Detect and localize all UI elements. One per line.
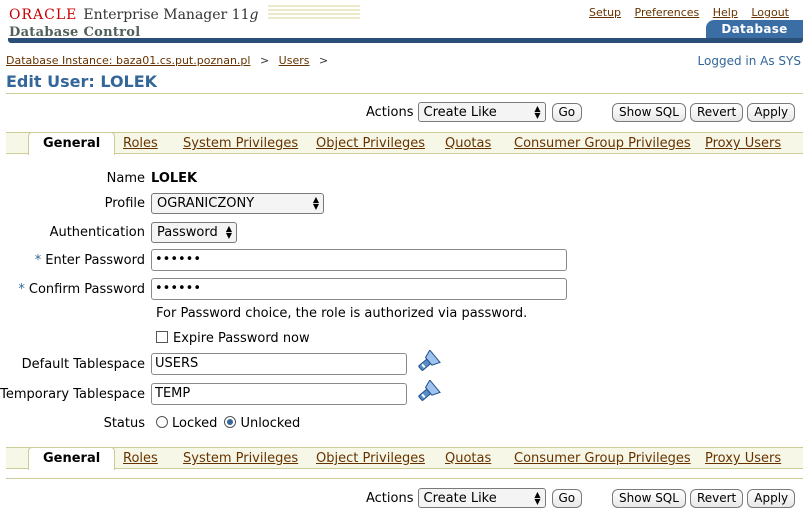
updown-arrows-icon: ▲ ▼: [534, 104, 541, 120]
actions-select-value: Create Like: [423, 104, 497, 120]
locked-label: Locked: [172, 415, 218, 431]
tab-database[interactable]: Database: [706, 20, 803, 39]
expire-password-checkbox[interactable]: [156, 331, 168, 343]
authentication-row: Authentication Password ▲ ▼: [0, 221, 810, 243]
required-marker: *: [34, 252, 42, 268]
unlocked-label: Unlocked: [240, 415, 301, 431]
tab-bar-line: [8, 38, 803, 43]
show-sql-button[interactable]: Show SQL: [612, 103, 686, 122]
tab-quotas[interactable]: Quotas: [445, 451, 491, 466]
default-tablespace-field[interactable]: USERS: [151, 353, 407, 375]
bottom-divider: [6, 478, 803, 479]
go-button[interactable]: Go: [551, 102, 583, 122]
unlocked-option: Unlocked: [224, 415, 301, 431]
tab-general[interactable]: General: [28, 132, 116, 155]
tab-system-privileges[interactable]: System Privileges: [183, 136, 298, 151]
apply-button[interactable]: Apply: [747, 489, 796, 508]
actions-bar-bottom: Actions Create Like ▲ ▼ Go: [366, 488, 583, 508]
tab-consumer-group-privileges[interactable]: Consumer Group Privileges: [514, 136, 691, 151]
product-name: Enterprise Manager 11g: [83, 7, 259, 23]
logout-link[interactable]: Logout: [751, 6, 789, 19]
locked-radio[interactable]: [156, 415, 168, 428]
tab-proxy-users[interactable]: Proxy Users: [705, 136, 781, 151]
confirm-password-row: * Confirm Password ••••••: [0, 278, 810, 300]
enter-password-row: * Enter Password ••••••: [0, 249, 810, 271]
show-sql-button[interactable]: Show SQL: [612, 489, 686, 508]
profile-select[interactable]: OGRANICZONY ▲ ▼: [151, 192, 324, 214]
breadcrumb-separator: >: [318, 54, 329, 67]
actions-select[interactable]: Create Like ▲ ▼: [417, 488, 546, 508]
actions-bar-top: Actions Create Like ▲ ▼ Go: [366, 102, 583, 122]
tab-proxy-users[interactable]: Proxy Users: [705, 451, 781, 466]
apply-button[interactable]: Apply: [747, 103, 796, 122]
password-hint: For Password choice, the role is authori…: [156, 306, 528, 321]
updown-arrows-icon: ▲ ▼: [225, 224, 232, 240]
go-button[interactable]: Go: [551, 488, 583, 508]
expire-password-row: Expire Password now: [156, 331, 310, 346]
help-link[interactable]: Help: [713, 6, 738, 19]
profile-select-value: OGRANICZONY: [157, 195, 255, 211]
confirm-password-field[interactable]: ••••••: [151, 278, 567, 300]
breadcrumb-separator: >: [259, 54, 270, 67]
profile-label: Profile: [104, 195, 145, 211]
page-title: Edit User: LOLEK: [6, 72, 158, 91]
required-marker: *: [18, 281, 25, 297]
tab-quotas[interactable]: Quotas: [445, 136, 491, 151]
name-label: Name: [106, 170, 145, 186]
flashlight-icon[interactable]: [415, 379, 441, 408]
button-group-top: Show SQL Revert Apply: [612, 103, 796, 122]
revert-button[interactable]: Revert: [689, 489, 744, 508]
tab-roles[interactable]: Roles: [123, 136, 158, 151]
status-label: Status: [103, 415, 145, 431]
enter-password-field[interactable]: ••••••: [151, 249, 567, 271]
subtabs-top: General Roles System Privileges Object P…: [6, 132, 803, 155]
locked-option: Locked: [156, 415, 218, 431]
temporary-tablespace-row: Temporary Tablespace TEMP: [0, 379, 810, 408]
confirm-password-label: * Confirm Password: [18, 281, 145, 297]
authentication-select-value: Password: [157, 224, 218, 240]
expire-password-label: Expire Password now: [173, 331, 310, 346]
actions-label: Actions: [366, 104, 414, 120]
tab-general[interactable]: General: [28, 447, 116, 470]
status-row: Status Locked Unlocked: [0, 413, 810, 433]
actions-select-value: Create Like: [423, 490, 497, 506]
breadcrumb-instance[interactable]: Database Instance: baza01.cs.put.poznan.…: [6, 54, 250, 67]
title-divider: [6, 93, 803, 94]
setup-link[interactable]: Setup: [589, 6, 621, 19]
unlocked-radio[interactable]: [224, 415, 237, 428]
tab-system-privileges[interactable]: System Privileges: [183, 451, 298, 466]
brand-stripes: [268, 5, 361, 19]
updown-arrows-icon: ▲ ▼: [534, 490, 541, 506]
name-row: Name LOLEK: [0, 169, 810, 187]
button-group-bottom: Show SQL Revert Apply: [612, 489, 796, 508]
authentication-select[interactable]: Password ▲ ▼: [151, 221, 237, 243]
preferences-link[interactable]: Preferences: [635, 6, 700, 19]
profile-row: Profile OGRANICZONY ▲ ▼: [0, 192, 810, 214]
flashlight-icon[interactable]: [415, 349, 441, 378]
breadcrumb-users[interactable]: Users: [279, 54, 310, 67]
tab-object-privileges[interactable]: Object Privileges: [316, 136, 425, 151]
oracle-logo: ORACLE: [9, 7, 78, 23]
logged-in-status: Logged in As SYS: [697, 54, 801, 68]
actions-select[interactable]: Create Like ▲ ▼: [417, 102, 546, 122]
temporary-tablespace-label: Temporary Tablespace: [0, 386, 145, 402]
enter-password-label: * Enter Password: [34, 252, 145, 268]
default-tablespace-label: Default Tablespace: [21, 356, 145, 372]
branding: ORACLE Enterprise Manager 11g Database C…: [9, 5, 361, 40]
tab-roles[interactable]: Roles: [123, 451, 158, 466]
default-tablespace-row: Default Tablespace USERS: [0, 349, 810, 378]
temporary-tablespace-field[interactable]: TEMP: [151, 383, 407, 405]
subtabs-bottom: General Roles System Privileges Object P…: [6, 447, 803, 470]
name-value: LOLEK: [151, 170, 198, 186]
revert-button[interactable]: Revert: [689, 103, 744, 122]
tab-object-privileges[interactable]: Object Privileges: [316, 451, 425, 466]
authentication-label: Authentication: [49, 224, 145, 240]
tab-consumer-group-privileges[interactable]: Consumer Group Privileges: [514, 451, 691, 466]
breadcrumb: Database Instance: baza01.cs.put.poznan.…: [6, 54, 334, 67]
global-links: Setup Preferences Help Logout: [579, 6, 789, 19]
updown-arrows-icon: ▲ ▼: [312, 195, 319, 211]
actions-label: Actions: [366, 490, 414, 506]
